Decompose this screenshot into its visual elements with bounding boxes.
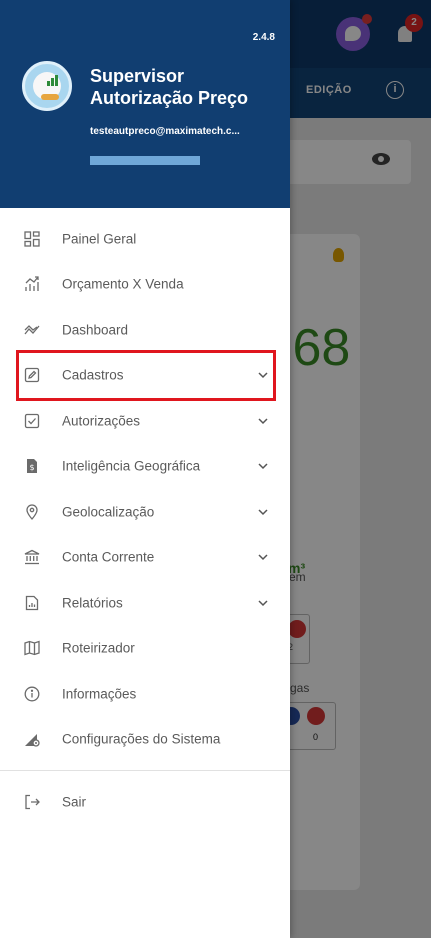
menu-item-label: Dashboard xyxy=(62,322,129,338)
user-name: Supervisor Autorização Preço xyxy=(90,66,249,108)
location-pin-icon xyxy=(26,504,38,520)
menu-item-label: Geolocalização xyxy=(62,504,155,520)
navigation-drawer: 2.4.8 Supervisor Autorização Preço teste… xyxy=(0,0,290,938)
menu-item-informacoes[interactable]: Informações xyxy=(0,671,290,717)
menu-item-configuracoes-do-sistema[interactable]: Configurações do Sistema xyxy=(0,717,290,763)
menu-divider xyxy=(0,770,290,771)
chevron-down-icon xyxy=(258,554,268,561)
app-version: 2.4.8 xyxy=(252,32,275,43)
trend-icon xyxy=(24,324,40,335)
chevron-down-icon xyxy=(258,463,268,470)
info-icon xyxy=(24,686,40,702)
bank-icon xyxy=(24,550,40,565)
menu-item-autorizacoes[interactable]: Autorizações xyxy=(0,398,290,444)
drawer-menu: Painel Geral Orçamento X Venda Dashboard… xyxy=(0,216,290,762)
map-icon xyxy=(24,640,40,656)
menu-item-label: Informações xyxy=(62,686,137,702)
drawer-header: 2.4.8 Supervisor Autorização Preço teste… xyxy=(0,0,290,208)
menu-item-relatorios[interactable]: Relatórios xyxy=(0,580,290,626)
chart-trend-icon xyxy=(25,276,39,292)
menu-item-geolocalizacao[interactable]: Geolocalização xyxy=(0,489,290,535)
user-progress-bar xyxy=(90,156,200,165)
checkbox-icon xyxy=(24,413,40,428)
avatar-logo-icon xyxy=(33,72,61,100)
chevron-down-icon xyxy=(258,418,268,424)
menu-item-label: Conta Corrente xyxy=(62,549,155,565)
chevron-down-icon xyxy=(258,509,268,515)
menu-item-roteirizador[interactable]: Roteirizador xyxy=(0,626,290,672)
menu-item-label: Autorizações xyxy=(62,413,141,429)
menu-item-label: Relatórios xyxy=(62,595,123,611)
menu-item-label: Inteligência Geográfica xyxy=(62,458,201,474)
grid-icon xyxy=(24,231,40,247)
user-email: testeautpreco@maximatech.c... xyxy=(90,126,240,137)
menu-item-sair[interactable]: Sair xyxy=(0,780,290,824)
menu-item-painel-geral[interactable]: Painel Geral xyxy=(0,216,290,262)
menu-item-inteligencia-geografica[interactable]: $ Inteligência Geográfica xyxy=(0,444,290,490)
menu-item-conta-corrente[interactable]: Conta Corrente xyxy=(0,535,290,581)
menu-item-orcamento-x-venda[interactable]: Orçamento X Venda xyxy=(0,262,290,308)
svg-text:$: $ xyxy=(29,463,34,472)
highlight-box xyxy=(16,350,276,401)
avatar xyxy=(22,61,72,111)
logout-icon xyxy=(25,794,40,810)
menu-item-label: Roteirizador xyxy=(62,640,135,656)
report-icon xyxy=(25,595,39,610)
chevron-down-icon xyxy=(258,600,268,606)
menu-item-label: Configurações do Sistema xyxy=(62,731,221,747)
menu-item-label: Sair xyxy=(62,794,87,810)
document-dollar-icon: $ xyxy=(27,459,37,474)
menu-item-dashboard[interactable]: Dashboard xyxy=(0,307,290,353)
settings-icon xyxy=(25,734,40,747)
menu-item-label: Painel Geral xyxy=(62,231,137,247)
menu-item-label: Orçamento X Venda xyxy=(62,276,184,292)
